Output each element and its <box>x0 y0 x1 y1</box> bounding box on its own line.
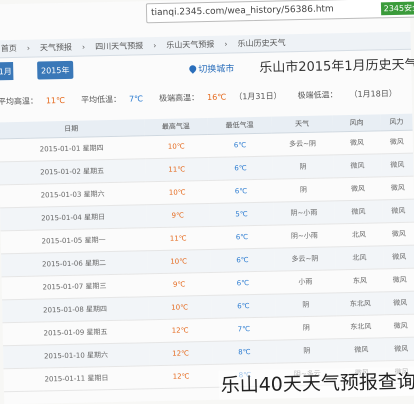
cell-wind-dir: 微风 <box>332 130 382 155</box>
cell-wind-force: 微风 <box>380 129 414 154</box>
breadcrumb-sep: › <box>153 41 157 51</box>
cell-low: 7℃ <box>211 316 277 341</box>
cell-wind-force: 微风 <box>381 152 414 177</box>
cell-high: 10℃ <box>146 248 211 274</box>
switch-city-label: 切换城市 <box>198 64 235 76</box>
col-wind-force: 风力 <box>380 113 413 131</box>
cell-wind-force: 微风 <box>384 290 414 315</box>
cell-wind-force: 微风 <box>384 336 414 361</box>
cell-weather: 阴~小雨 <box>273 200 335 225</box>
cell-wind-dir: 微风 <box>333 153 382 178</box>
breadcrumb-item-home[interactable]: 首页 <box>1 43 17 54</box>
breadcrumb-sep: › <box>224 39 228 49</box>
cell-wind-dir: 北风 <box>334 222 384 247</box>
cell-high: 10℃ <box>145 179 210 205</box>
cell-low: 6℃ <box>211 293 276 318</box>
cell-wind-force: 微风 <box>383 267 414 292</box>
cell-date: 2015-01-04 星期日 <box>0 204 147 231</box>
cell-high: 9℃ <box>145 202 210 228</box>
breadcrumb-item-forecast[interactable]: 天气预报 <box>40 42 72 54</box>
cell-high: 12℃ <box>148 363 214 389</box>
security-badge: 2345安全 <box>380 0 414 15</box>
stat-extreme-low: 极端低温： （1月18日） <box>297 89 397 101</box>
cell-wind-dir: 东北风 <box>336 314 385 339</box>
cell-low: 6℃ <box>208 155 273 180</box>
cell-wind-force: 微风 <box>383 244 414 269</box>
browser-window: tianqi.2345.com/wea_history/56386.htm 23… <box>0 0 414 404</box>
breadcrumb-item-sichuan[interactable]: 四川天气预报 <box>95 40 143 52</box>
cell-high: 12℃ <box>148 317 213 343</box>
cell-wind-dir: 微风 <box>333 176 383 201</box>
cell-wind-force: 微风 <box>384 313 414 338</box>
cell-date: 2015-01-02 星期五 <box>0 158 146 185</box>
stats-bar: 平均高温： 11℃ 平均低温： 7℃ 极端高温： 16℃ （1月31日） 极端低温： （1… <box>0 88 412 115</box>
cell-weather: 阴 <box>272 154 334 179</box>
switch-city-link[interactable]: 切换城市 <box>187 61 235 76</box>
cell-low: 6℃ <box>210 270 276 295</box>
cell-date: 2015-01-06 星期二 <box>1 250 148 277</box>
cell-date: 2015-01-03 星期六 <box>0 181 146 208</box>
breadcrumb-sep: › <box>26 43 31 53</box>
location-pin-icon <box>187 63 198 74</box>
cell-date: 2015-01-09 星期五 <box>2 319 149 346</box>
overlay-caption: 乐山40天天气预报查询 <box>218 366 414 400</box>
col-weather: 天气 <box>271 115 333 133</box>
stat-avg-high: 平均高温： 11℃ <box>0 95 66 107</box>
cell-wind-force: 微风 <box>382 198 414 223</box>
cell-low: 5℃ <box>209 201 274 226</box>
cell-high: 9℃ <box>147 271 212 297</box>
cell-low: 6℃ <box>207 132 273 157</box>
cell-weather: 多云~阴 <box>271 131 334 156</box>
address-url: tianqi.2345.com/wea_history/56386.htm <box>150 4 334 19</box>
month-select-button[interactable]: 1月 <box>0 62 14 81</box>
cell-high: 10℃ <box>147 294 212 320</box>
col-high: 最高气温 <box>143 117 208 136</box>
cell-weather: 阴 <box>275 315 338 340</box>
cell-low: 6℃ <box>209 224 275 249</box>
cell-wind-dir: 东风 <box>335 268 385 293</box>
cell-weather: 阴 <box>272 177 335 202</box>
cell-high: 11℃ <box>144 156 209 182</box>
cell-wind-dir: 北风 <box>335 245 384 270</box>
breadcrumb-item-history: 乐山历史天气 <box>237 38 286 49</box>
cell-wind-dir: 东北风 <box>336 291 385 316</box>
col-wind-dir: 风向 <box>332 114 381 132</box>
cell-wind-force: 微风 <box>381 175 414 200</box>
cell-high: 11℃ <box>146 225 211 251</box>
col-low: 最低气温 <box>207 116 272 134</box>
cell-wind-dir: 微风 <box>337 337 386 362</box>
cell-low: 6℃ <box>210 247 275 272</box>
history-weather-table: 日期 最高气温 最低气温 天气 风向 风力 2015-01-01 星期四 10℃ 6… <box>0 113 414 392</box>
cell-high: 12℃ <box>148 340 213 366</box>
stat-extreme-high: 极端高温： 16℃ （1月31日） <box>159 91 282 103</box>
cell-wind-dir: 微风 <box>334 199 383 224</box>
address-bar[interactable]: tianqi.2345.com/wea_history/56386.htm 23… <box>145 0 414 24</box>
cell-weather: 阴 <box>276 338 338 363</box>
cell-low: 6℃ <box>208 178 274 203</box>
cell-date: 2015-01-01 星期四 <box>0 135 145 162</box>
year-select-button[interactable]: 2015年 <box>37 60 74 80</box>
cell-date: 2015-01-07 星期三 <box>1 273 148 300</box>
stat-avg-low: 平均低温： 7℃ <box>80 94 144 105</box>
cell-weather: 阴~小雨 <box>273 223 336 248</box>
cell-date: 2015-01-05 星期一 <box>0 227 147 254</box>
page-title: 乐山市2015年1月历史天气 <box>259 57 414 76</box>
cell-weather: 阴 <box>275 292 337 317</box>
cell-weather: 多云~阴 <box>274 246 336 271</box>
cell-weather: 小雨 <box>274 269 337 294</box>
cell-date: 2015-01-11 星期日 <box>3 365 150 392</box>
cell-date: 2015-01-10 星期六 <box>2 342 149 369</box>
breadcrumb-item-leshan[interactable]: 乐山天气预报 <box>166 39 214 51</box>
cell-date: 2015-01-08 星期四 <box>2 296 149 323</box>
cell-wind-force: 微风 <box>382 221 414 246</box>
cell-high: 10℃ <box>144 133 209 159</box>
breadcrumb-sep: › <box>81 42 86 52</box>
cell-low: 8℃ <box>212 339 277 364</box>
